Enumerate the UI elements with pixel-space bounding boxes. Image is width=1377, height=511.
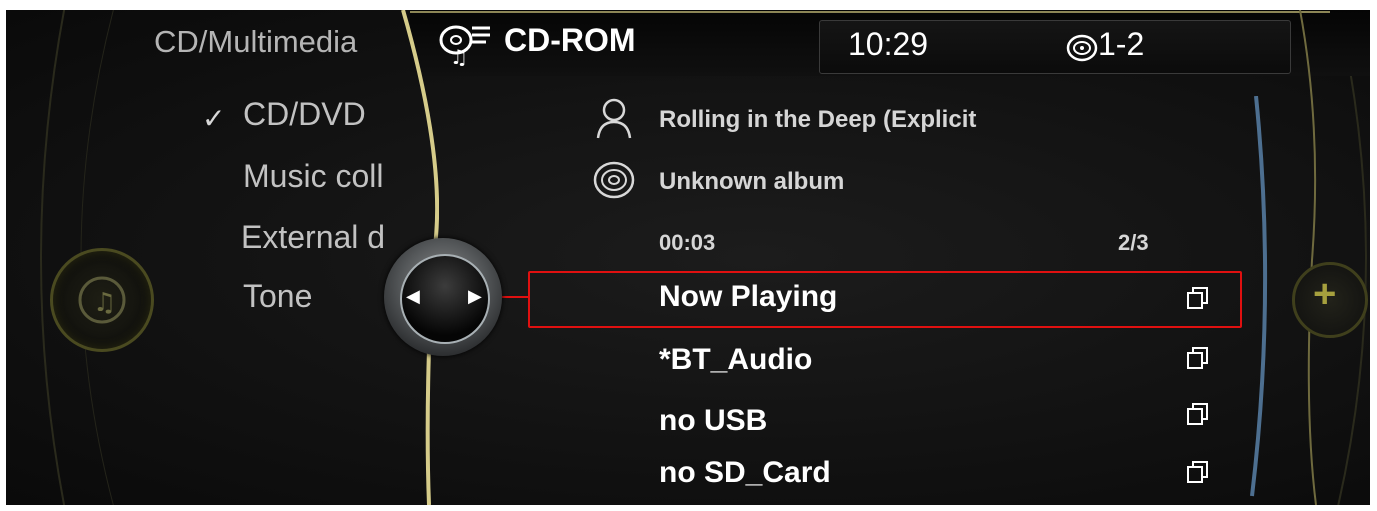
- album-name: Unknown album: [659, 168, 845, 195]
- source-item-usb[interactable]: no USB: [659, 404, 767, 438]
- source-title: CD-ROM: [504, 22, 636, 58]
- plus-icon: +: [1313, 272, 1337, 316]
- scrollbar[interactable]: [1244, 96, 1284, 505]
- submenu-icon: [1187, 461, 1208, 483]
- idrive-screen: CD/Multimedia ✓ CD/DVD Music coll Extern…: [6, 10, 1370, 505]
- svg-text:♫: ♫: [450, 45, 468, 66]
- media-button[interactable]: ♫: [50, 248, 154, 352]
- elapsed-time: 00:03: [659, 230, 716, 255]
- arrow-right-icon[interactable]: ▶: [468, 286, 482, 307]
- music-note-icon: ♫: [78, 276, 126, 324]
- top-gold-line: [410, 11, 1330, 13]
- menu-item-cd-dvd[interactable]: CD/DVD: [243, 96, 366, 133]
- submenu-icon: [1187, 347, 1208, 369]
- menu-item-external-devices[interactable]: External d: [241, 219, 385, 256]
- checkmark-icon: ✓: [202, 103, 226, 134]
- disc-icon: [1066, 34, 1098, 62]
- source-item-sd-card[interactable]: no SD_Card: [659, 456, 831, 490]
- source-item-bt-audio[interactable]: *BT_Audio: [659, 343, 812, 377]
- disc-music-icon: ♫: [439, 25, 490, 66]
- arrow-left-icon[interactable]: ◀: [406, 286, 420, 307]
- menu-title: CD/Multimedia: [154, 24, 358, 59]
- svg-text:♫: ♫: [93, 288, 116, 318]
- menu-item-tone[interactable]: Tone: [243, 278, 312, 315]
- track-title: Rolling in the Deep (Explicit: [659, 106, 977, 133]
- track-position: 2/3: [1118, 230, 1149, 255]
- selection-connector-line: [498, 296, 530, 298]
- right-divider-arc: [1299, 10, 1317, 505]
- submenu-icon: [1187, 287, 1208, 309]
- artist-person-icon: [596, 98, 632, 139]
- disc-slot-label: 1-2: [1098, 26, 1145, 62]
- clock: 10:29: [848, 26, 929, 62]
- album-disc-icon: [593, 161, 635, 199]
- selection-highlight: [528, 271, 1242, 328]
- menu-item-music-collection[interactable]: Music coll: [243, 158, 383, 195]
- submenu-icon: [1187, 403, 1208, 425]
- source-item-now-playing[interactable]: Now Playing: [659, 280, 837, 314]
